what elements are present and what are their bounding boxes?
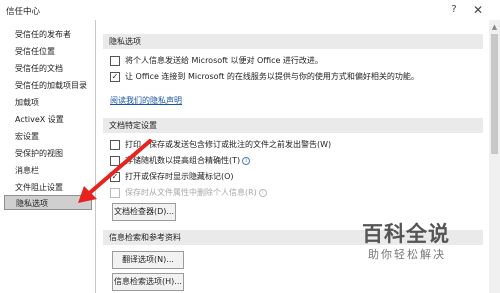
scroll-thumb[interactable] bbox=[491, 34, 498, 154]
option-label: 打印、保存或发送包含修订或批注的文件之前发出警告(W) bbox=[125, 140, 332, 149]
section-header-document-settings: 文档特定设置 bbox=[103, 118, 483, 133]
sidebar-item-message-bar[interactable]: 消息栏 bbox=[4, 163, 92, 178]
title-bar: 信任中心 ? ✕ bbox=[0, 0, 500, 20]
sidebar-item-protected-view[interactable]: 受保护的视图 bbox=[4, 146, 92, 161]
doc-option-warn-before-print[interactable]: 打印、保存或发送包含修订或批注的文件之前发出警告(W) bbox=[110, 139, 480, 151]
option-label: 让 Office 连接到 Microsoft 的在线服务以提供与你的使用方式和偏… bbox=[125, 72, 419, 81]
privacy-option-send-info[interactable]: 将个人信息发送给 Microsoft 以便对 Office 进行改进。 bbox=[110, 55, 480, 67]
sidebar-item-addins[interactable]: 加载项 bbox=[4, 95, 92, 110]
research-options-button[interactable]: 信息检索选项(H)... bbox=[112, 273, 184, 291]
checkbox-checked[interactable]: ✓ bbox=[110, 72, 120, 82]
checkbox[interactable] bbox=[110, 156, 120, 166]
sidebar: 受信任的发布者 受信任位置 受信任的文档 受信任的加载项目录 加载项 Activ… bbox=[0, 20, 96, 293]
checkbox[interactable] bbox=[110, 140, 120, 150]
watermark-subtitle: 助你轻松解决 bbox=[368, 248, 446, 261]
sidebar-item-trusted-locations[interactable]: 受信任位置 bbox=[4, 44, 92, 59]
watermark-title: 百科全说 bbox=[362, 222, 450, 246]
checkbox-checked[interactable]: ✓ bbox=[110, 172, 120, 182]
option-label: 将个人信息发送给 Microsoft 以便对 Office 进行改进。 bbox=[125, 56, 323, 65]
close-button[interactable]: ✕ bbox=[471, 3, 485, 17]
document-inspector-button[interactable]: 文档检查器(D)... bbox=[112, 203, 176, 221]
option-label: 保存时从文件属性中删除个人信息(R) bbox=[125, 188, 257, 197]
sidebar-item-privacy-options[interactable]: 隐私选项 bbox=[4, 195, 92, 210]
privacy-statement-link[interactable]: 阅读我们的隐私声明 bbox=[110, 95, 182, 106]
scroll-up-icon[interactable]: ▲ bbox=[489, 22, 500, 32]
help-button[interactable]: ? bbox=[447, 3, 461, 17]
option-label: 打开或保存时显示隐藏标记(O) bbox=[125, 172, 234, 181]
window-title: 信任中心 bbox=[6, 7, 41, 17]
translation-options-button[interactable]: 翻译选项(N)... bbox=[112, 251, 184, 269]
doc-option-show-hidden-markup[interactable]: ✓ 打开或保存时显示隐藏标记(O) bbox=[110, 171, 480, 183]
doc-option-store-random-number[interactable]: 存储随机数以提高组合精确性(T) i bbox=[110, 155, 480, 167]
doc-option-remove-personal-info: 保存时从文件属性中删除个人信息(R) i bbox=[110, 187, 480, 199]
sidebar-item-macro-settings[interactable]: 宏设置 bbox=[4, 129, 92, 144]
checkbox-disabled bbox=[110, 188, 120, 198]
section-header-privacy: 隐私选项 bbox=[103, 34, 483, 49]
privacy-option-online-services[interactable]: ✓ 让 Office 连接到 Microsoft 的在线服务以提供与你的使用方式… bbox=[110, 71, 480, 83]
sidebar-item-trusted-documents[interactable]: 受信任的文档 bbox=[4, 61, 92, 76]
checkbox[interactable] bbox=[110, 56, 120, 66]
sidebar-item-activex[interactable]: ActiveX 设置 bbox=[4, 112, 92, 127]
option-label: 存储随机数以提高组合精确性(T) bbox=[125, 156, 241, 165]
info-icon: i bbox=[258, 189, 267, 197]
sidebar-item-trusted-addin-catalogs[interactable]: 受信任的加载项目录 bbox=[4, 78, 92, 93]
sidebar-item-trusted-publishers[interactable]: 受信任的发布者 bbox=[4, 27, 92, 42]
sidebar-item-file-block[interactable]: 文件阻止设置 bbox=[4, 180, 92, 195]
info-icon: i bbox=[242, 157, 251, 165]
watermark: 百科全说 助你轻松解决 bbox=[362, 218, 494, 266]
